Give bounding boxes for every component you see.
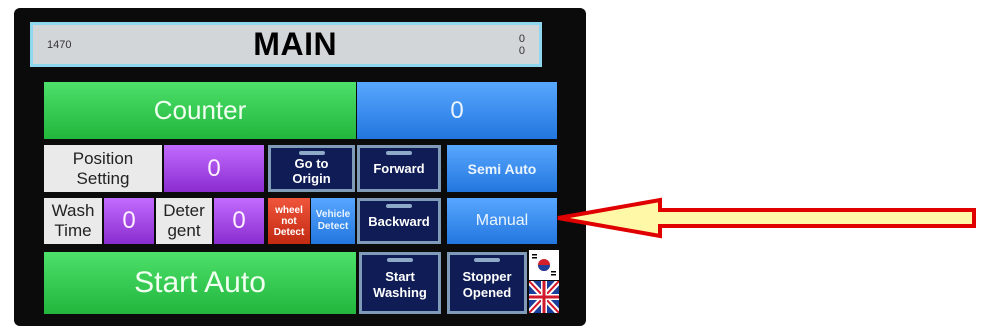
button-indicator bbox=[386, 204, 412, 208]
wash-time-line1: Wash bbox=[51, 201, 95, 220]
semi-auto-button[interactable]: Semi Auto bbox=[447, 145, 557, 192]
stopper-opened-button[interactable]: Stopper Opened bbox=[447, 252, 527, 314]
korea-flag-icon[interactable] bbox=[529, 250, 559, 280]
button-indicator bbox=[386, 151, 412, 155]
counter-label: Counter bbox=[153, 95, 247, 125]
wash-time-value: 0 bbox=[122, 207, 136, 234]
header-right-values: 0 0 bbox=[519, 33, 525, 57]
wheel-line3: Detect bbox=[273, 226, 305, 238]
position-value-input[interactable]: 0 bbox=[164, 145, 264, 192]
wheel-line1: wheel bbox=[275, 204, 303, 216]
detergent-label-box: Deter gent bbox=[156, 198, 212, 244]
position-setting-line2: Setting bbox=[76, 168, 130, 188]
position-setting-label-box: Position Setting bbox=[44, 145, 162, 192]
wash-time-label-box: Wash Time bbox=[44, 198, 102, 244]
go-to-origin-button[interactable]: Go to Origin bbox=[268, 145, 355, 192]
vehicle-detect-indicator: Vehicle Detect bbox=[311, 198, 355, 244]
wheel-not-detect-indicator: wheel not Detect bbox=[268, 198, 310, 244]
manual-label: Manual bbox=[475, 212, 529, 229]
forward-label: Forward bbox=[373, 161, 425, 176]
annotation-arrow bbox=[556, 196, 980, 245]
start-auto-label: Start Auto bbox=[134, 266, 266, 299]
stopper-line2: Opened bbox=[462, 285, 512, 300]
stopper-line1: Stopper bbox=[462, 269, 512, 284]
counter-value: 0 bbox=[450, 96, 464, 124]
counter-value-display: 0 bbox=[357, 82, 557, 139]
uk-flag-icon[interactable] bbox=[526, 278, 562, 316]
header-left-value: 1470 bbox=[47, 38, 72, 51]
button-indicator bbox=[474, 258, 500, 262]
vehicle-line2: Detect bbox=[317, 221, 349, 232]
go-to-origin-line1: Go to bbox=[294, 155, 329, 171]
position-setting-line1: Position bbox=[72, 148, 134, 168]
header-bar: 1470 MAIN 0 0 bbox=[30, 22, 542, 67]
button-indicator bbox=[387, 258, 413, 262]
page-title: MAIN bbox=[253, 26, 338, 62]
detergent-line2: gent bbox=[167, 221, 201, 240]
detergent-line1: Deter bbox=[163, 201, 205, 220]
header-right-value-2: 0 bbox=[518, 44, 525, 57]
header-right-value-1: 0 bbox=[518, 32, 525, 45]
wash-time-input[interactable]: 0 bbox=[104, 198, 154, 244]
backward-button[interactable]: Backward bbox=[357, 198, 441, 244]
start-washing-line1: Start bbox=[385, 269, 415, 284]
backward-label: Backward bbox=[368, 213, 430, 229]
semi-auto-label: Semi Auto bbox=[467, 160, 537, 177]
detergent-input[interactable]: 0 bbox=[214, 198, 264, 244]
counter-button[interactable]: Counter bbox=[44, 82, 356, 139]
vehicle-line1: Vehicle bbox=[315, 209, 351, 220]
start-auto-button[interactable]: Start Auto bbox=[44, 252, 356, 314]
go-to-origin-line2: Origin bbox=[292, 170, 331, 186]
start-washing-line2: Washing bbox=[373, 285, 427, 300]
start-washing-button[interactable]: Start Washing bbox=[359, 252, 441, 314]
manual-button[interactable]: Manual bbox=[447, 198, 557, 244]
position-value: 0 bbox=[207, 154, 221, 182]
detergent-value: 0 bbox=[232, 207, 246, 234]
wheel-line2: not bbox=[281, 215, 297, 227]
forward-button[interactable]: Forward bbox=[357, 145, 441, 192]
wash-time-line2: Time bbox=[54, 221, 92, 240]
button-indicator bbox=[298, 151, 325, 155]
